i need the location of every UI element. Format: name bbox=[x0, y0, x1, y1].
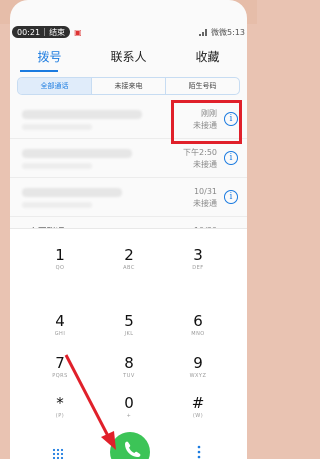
main-tabs: 拨号 联系人 收藏 bbox=[10, 44, 247, 72]
redacted-number bbox=[22, 202, 92, 208]
info-icon[interactable]: i bbox=[224, 190, 238, 204]
signal-icon bbox=[199, 28, 209, 36]
call-status: 未接通 bbox=[193, 199, 217, 208]
dial-key-star[interactable]: * (P) bbox=[30, 394, 90, 428]
phone-icon bbox=[125, 441, 141, 457]
dial-key-7[interactable]: 7 PQRS bbox=[30, 354, 90, 388]
call-time: 10/31 bbox=[193, 187, 217, 196]
dial-key-5[interactable]: 5 JKL bbox=[99, 312, 159, 346]
call-button[interactable] bbox=[110, 432, 150, 459]
filter-all-calls[interactable]: 全部通话 bbox=[18, 78, 92, 94]
dial-key-2[interactable]: 2 ABC bbox=[99, 246, 159, 280]
call-filter: 全部通话 未接来电 陌生号码 bbox=[17, 77, 240, 95]
redacted-name bbox=[22, 110, 142, 119]
redacted-number bbox=[22, 163, 92, 169]
status-bar: 00:21 结束 ▣ 微微5:13 bbox=[10, 24, 247, 40]
filter-unknown-numbers[interactable]: 陌生号码 bbox=[166, 78, 239, 94]
redacted-name bbox=[22, 149, 132, 158]
tab-favorites[interactable]: 收藏 bbox=[168, 44, 247, 72]
dial-key-0[interactable]: 0 + bbox=[99, 394, 159, 428]
call-log-row[interactable]: 下午2:50 未接通 i bbox=[10, 139, 247, 178]
dial-key-1[interactable]: 1 QO bbox=[30, 246, 90, 280]
dial-key-hash[interactable]: # (W) bbox=[168, 394, 228, 428]
more-vertical-icon[interactable] bbox=[196, 444, 202, 459]
notification-icon: ▣ bbox=[74, 27, 82, 37]
active-tab-indicator bbox=[20, 70, 58, 72]
info-icon[interactable]: i bbox=[224, 151, 238, 165]
call-duration: 00:21 bbox=[17, 27, 41, 37]
dial-key-8[interactable]: 8 TUV bbox=[99, 354, 159, 388]
dial-key-3[interactable]: 3 DEF bbox=[168, 246, 228, 280]
ongoing-call-pill[interactable]: 00:21 结束 bbox=[12, 26, 71, 38]
call-status: 未接通 bbox=[193, 160, 217, 169]
status-time: 微微5:13 bbox=[211, 27, 245, 37]
dial-key-6[interactable]: 6 MNO bbox=[168, 312, 228, 346]
dial-key-4[interactable]: 4 GHI bbox=[30, 312, 90, 346]
call-log-row[interactable]: 10/31 未接通 i bbox=[10, 178, 247, 217]
tab-dial[interactable]: 拨号 bbox=[10, 44, 89, 72]
dialpad-grid-icon[interactable] bbox=[52, 445, 64, 459]
redacted-number bbox=[22, 124, 92, 130]
redacted-name bbox=[22, 188, 122, 197]
filter-missed-calls[interactable]: 未接来电 bbox=[92, 78, 166, 94]
call-time: 下午2:50 bbox=[183, 148, 217, 157]
highlight-box bbox=[171, 100, 242, 144]
dial-key-9[interactable]: 9 WXYZ bbox=[168, 354, 228, 388]
end-call-label: 结束 bbox=[49, 27, 66, 37]
tab-contacts[interactable]: 联系人 bbox=[89, 44, 168, 72]
